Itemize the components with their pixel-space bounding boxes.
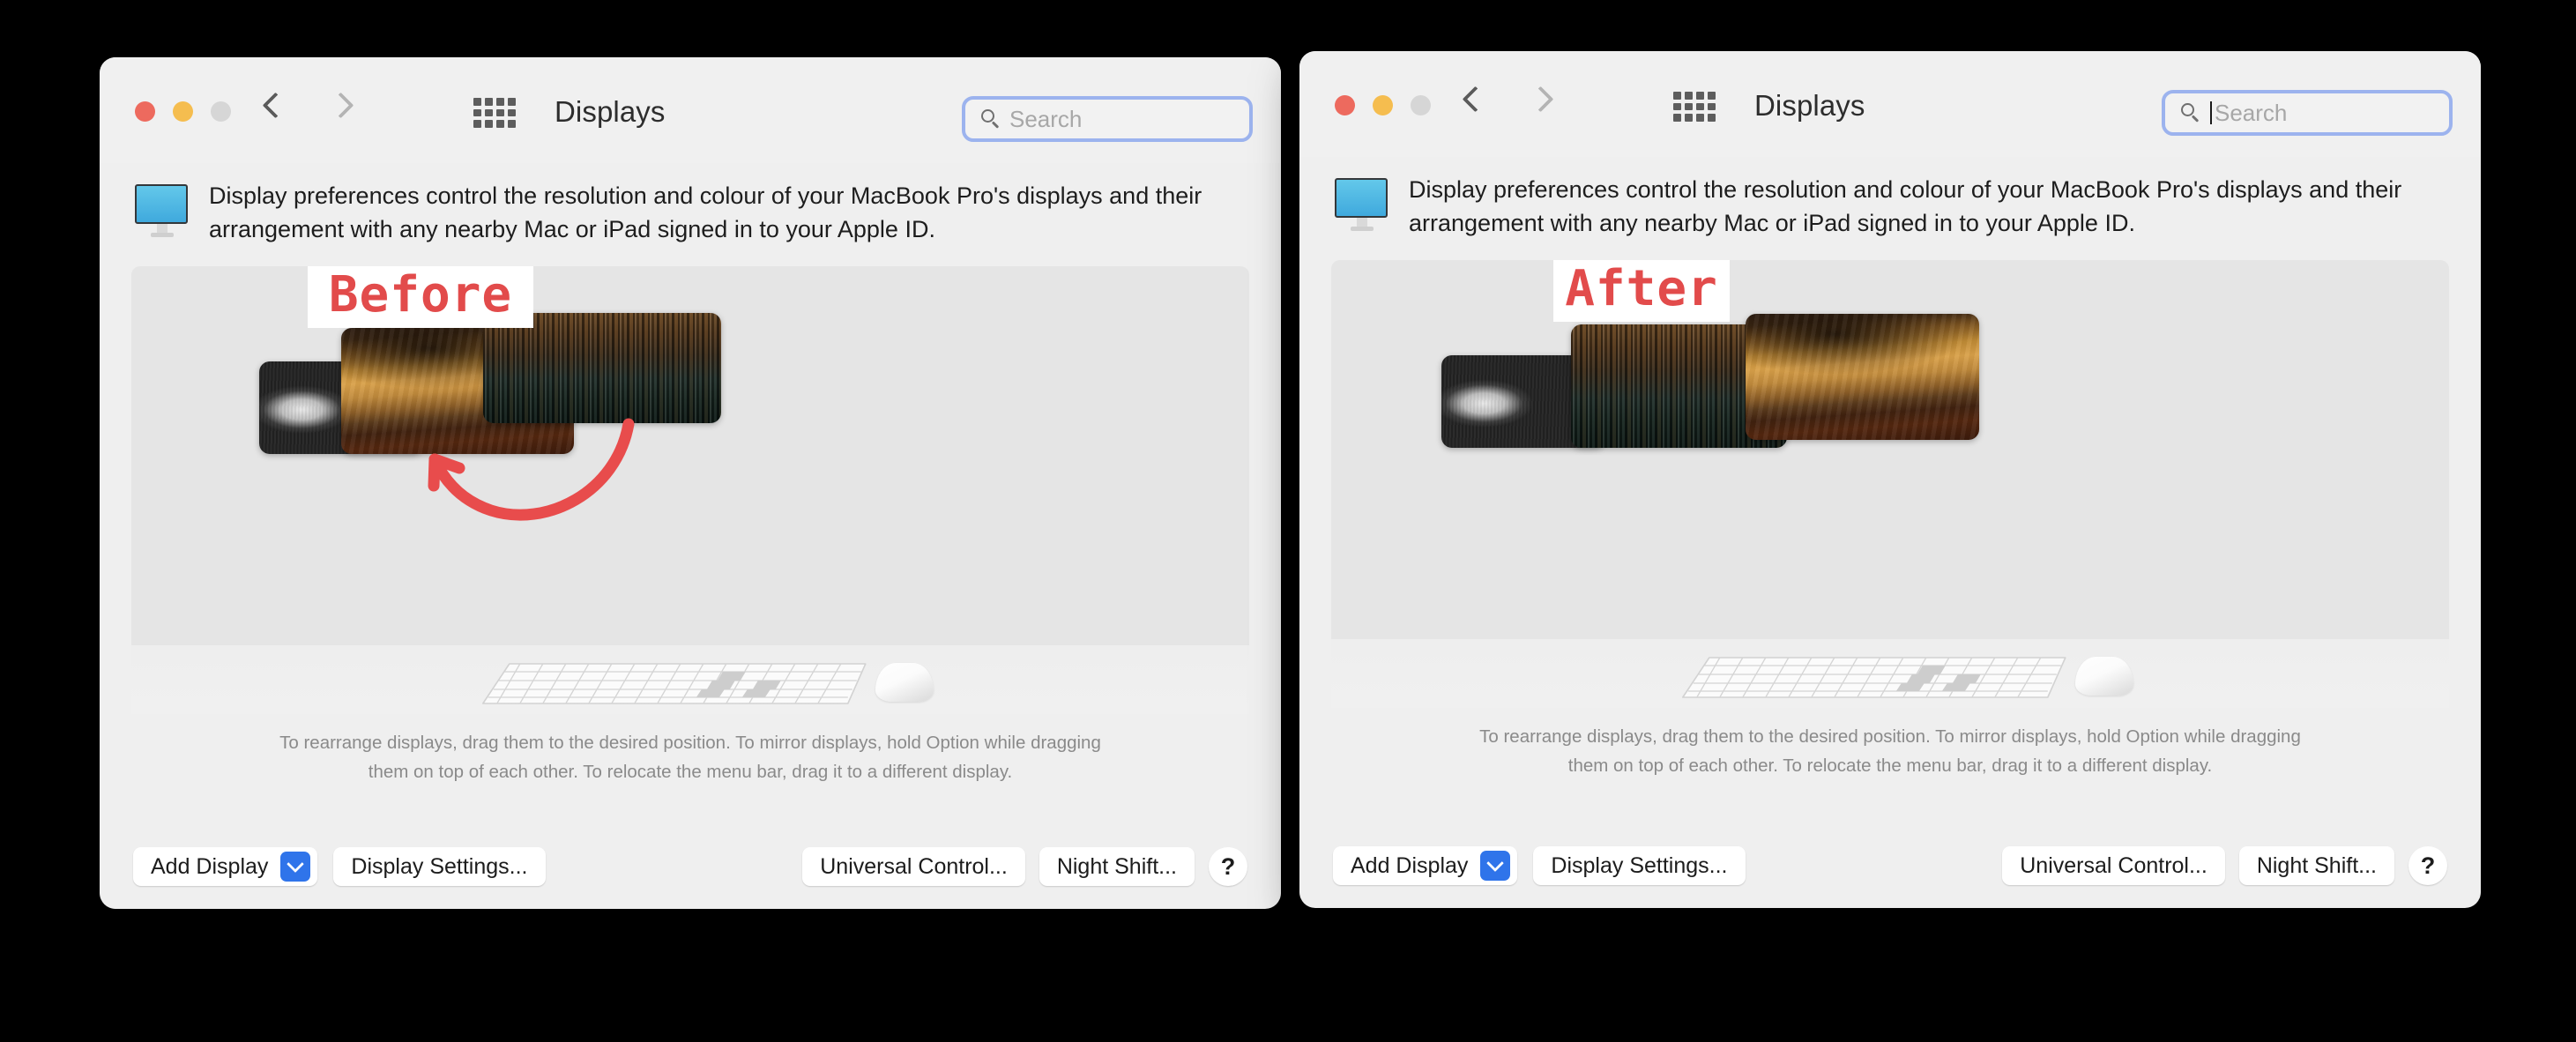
minimize-button[interactable] (1373, 95, 1393, 115)
chevron-right-icon[interactable] (330, 91, 351, 124)
arrangement-hint: To rearrange displays, drag them to the … (100, 728, 1281, 786)
night-shift-button[interactable]: Night Shift... (1039, 847, 1195, 886)
window-titlebar: Displays Search (100, 57, 1281, 163)
text-cursor (2210, 101, 2212, 124)
search-placeholder: Search (1009, 105, 1083, 132)
minimize-button[interactable] (173, 101, 193, 122)
display-thumbnail-wood[interactable] (483, 312, 721, 423)
keyboard-icon (481, 662, 867, 704)
close-button[interactable] (135, 101, 155, 122)
search-icon (981, 109, 1001, 129)
close-button[interactable] (1335, 95, 1355, 115)
hint-line-2: them on top of each other. To relocate t… (1567, 755, 2213, 776)
add-display-label: Add Display (1351, 852, 1469, 878)
maximize-button[interactable] (1411, 95, 1431, 115)
hint-line-1: To rearrange displays, drag them to the … (279, 732, 1101, 753)
display-thumbnail-desert[interactable] (1746, 313, 1979, 440)
hint-line-2: them on top of each other. To relocate t… (368, 761, 1013, 782)
search-placeholder: Search (2215, 99, 2288, 126)
display-settings-button[interactable]: Display Settings... (1533, 846, 1746, 885)
help-button[interactable]: ? (2408, 846, 2447, 885)
input-devices-illustration (1331, 638, 2449, 708)
search-field[interactable]: Search (2162, 90, 2453, 136)
hint-line-1: To rearrange displays, drag them to the … (1479, 726, 2301, 747)
search-icon (2181, 103, 2200, 123)
arrangement-hint: To rearrange displays, drag them to the … (1299, 722, 2481, 780)
grid-apps-icon[interactable] (1673, 92, 1716, 122)
page-title: Displays (555, 95, 666, 128)
display-monitor-icon (135, 184, 190, 241)
traffic-lights (135, 101, 231, 122)
add-display-button[interactable]: Add Display (133, 847, 318, 886)
search-field[interactable]: Search (962, 96, 1253, 142)
add-display-button[interactable]: Add Display (1333, 846, 1518, 885)
screenshot-stage: Displays Search Display preferences cont… (0, 0, 2576, 1042)
universal-control-button[interactable]: Universal Control... (802, 847, 1025, 886)
display-arrangement-canvas[interactable]: Before (131, 265, 1249, 645)
add-display-label: Add Display (151, 853, 269, 879)
navigation-buttons (263, 91, 351, 124)
display-monitor-icon (1335, 178, 1389, 234)
description-row: Display preferences control the resoluti… (100, 163, 1281, 247)
universal-control-button[interactable]: Universal Control... (2002, 846, 2225, 885)
mouse-icon (875, 662, 934, 702)
window-titlebar: Displays Search (1299, 51, 2481, 157)
mouse-icon (2075, 656, 2133, 696)
help-button[interactable]: ? (1209, 847, 1247, 886)
display-arrangement-canvas[interactable]: After (1331, 259, 2449, 639)
description-row: Display preferences control the resoluti… (1299, 157, 2481, 241)
chevron-left-icon[interactable] (263, 91, 284, 124)
chevron-down-icon[interactable] (1480, 851, 1511, 881)
chevron-down-icon[interactable] (280, 852, 311, 882)
annotation-badge-after: After (1553, 259, 1730, 322)
keyboard-icon (1682, 656, 2066, 698)
description-text: Display preferences control the resoluti… (1409, 176, 2402, 237)
displays-window-before: Displays Search Display preferences cont… (100, 57, 1281, 909)
display-settings-button[interactable]: Display Settings... (333, 847, 546, 886)
window-footer: Add Display Display Settings... Universa… (100, 845, 1281, 888)
page-title: Displays (1754, 89, 1865, 122)
chevron-left-icon[interactable] (1463, 85, 1484, 118)
displays-window-after: Displays Search Display preferences cont… (1299, 51, 2481, 908)
chevron-right-icon[interactable] (1530, 85, 1551, 118)
maximize-button[interactable] (211, 101, 231, 122)
description-text: Display preferences control the resoluti… (209, 182, 1202, 243)
night-shift-button[interactable]: Night Shift... (2238, 846, 2394, 885)
window-footer: Add Display Display Settings... Universa… (1299, 845, 2481, 887)
input-devices-illustration (131, 644, 1249, 714)
navigation-buttons (1463, 85, 1551, 118)
traffic-lights (1335, 95, 1431, 115)
annotation-badge-before: Before (308, 265, 533, 328)
grid-apps-icon[interactable] (473, 98, 516, 128)
